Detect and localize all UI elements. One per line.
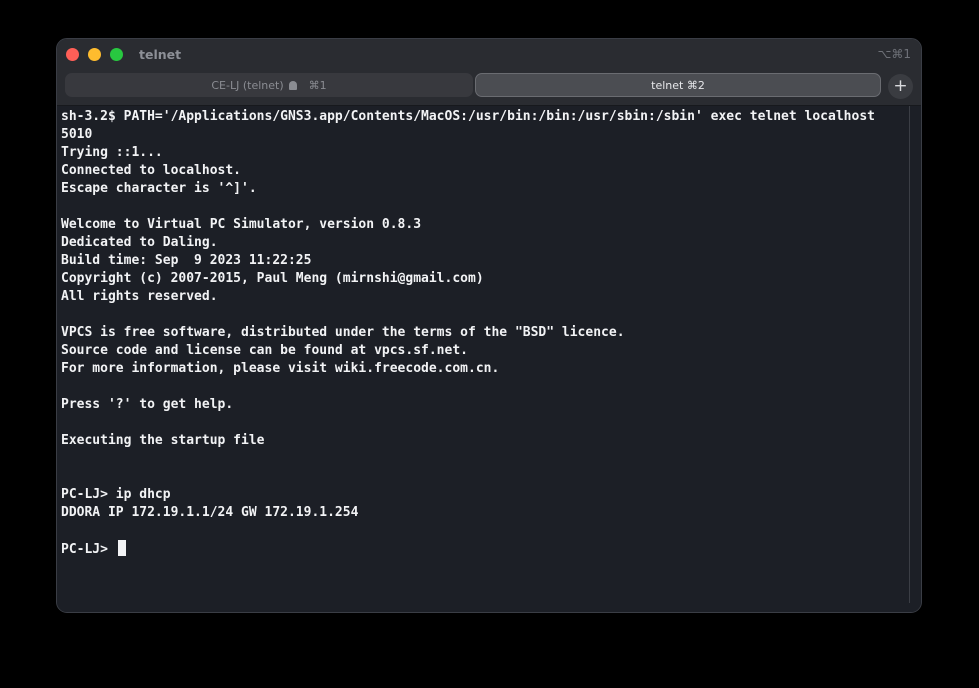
terminal-line: Press '?' to get help. bbox=[61, 397, 234, 412]
title-bar[interactable]: telnet ⌥⌘1 bbox=[57, 39, 921, 71]
bell-icon bbox=[288, 80, 297, 90]
terminal-line: sh-3.2$ PATH='/Applications/GNS3.app/Con… bbox=[61, 109, 875, 124]
terminal-window: telnet ⌥⌘1 CE-LJ (telnet) ⌘1 telnet ⌘2 +… bbox=[56, 38, 922, 613]
text-cursor bbox=[117, 540, 126, 556]
tab-label: CE-LJ (telnet) bbox=[211, 78, 284, 92]
tab-shortcut: ⌘1 bbox=[308, 78, 327, 92]
terminal-line: PC-LJ> ip dhcp bbox=[61, 487, 171, 502]
terminal-line: Dedicated to Daling. bbox=[61, 235, 218, 250]
terminal-line: VPCS is free software, distributed under… bbox=[61, 325, 625, 340]
scrollbar[interactable] bbox=[909, 106, 910, 603]
tab-ce-lj-telnet[interactable]: CE-LJ (telnet) ⌘1 bbox=[65, 73, 473, 97]
terminal-line: Executing the startup file bbox=[61, 433, 265, 448]
terminal-line: Escape character is '^]'. bbox=[61, 181, 257, 196]
terminal-output[interactable]: sh-3.2$ PATH='/Applications/GNS3.app/Con… bbox=[57, 106, 921, 612]
terminal-line: Source code and license can be found at … bbox=[61, 343, 468, 358]
terminal-line: Build time: Sep 9 2023 11:22:25 bbox=[61, 253, 312, 268]
terminal-line: All rights reserved. bbox=[61, 289, 218, 304]
tab-telnet[interactable]: telnet ⌘2 bbox=[475, 73, 881, 97]
terminal-line: 5010 bbox=[61, 127, 93, 142]
terminal-line: Welcome to Virtual PC Simulator, version… bbox=[61, 217, 422, 232]
terminal-line: PC-LJ> bbox=[61, 540, 126, 559]
close-button[interactable] bbox=[66, 48, 79, 61]
terminal-line: Connected to localhost. bbox=[61, 163, 242, 178]
terminal-line: Trying ::1... bbox=[61, 145, 163, 160]
maximize-button[interactable] bbox=[110, 48, 123, 61]
tab-bar: CE-LJ (telnet) ⌘1 telnet ⌘2 + bbox=[57, 71, 921, 106]
window-shortcut: ⌥⌘1 bbox=[877, 47, 911, 61]
window-title: telnet bbox=[139, 47, 182, 62]
terminal-line: For more information, please visit wiki.… bbox=[61, 361, 500, 376]
terminal-line: DDORA IP 172.19.1.1/24 GW 172.19.1.254 bbox=[61, 505, 359, 520]
minimize-button[interactable] bbox=[88, 48, 101, 61]
new-tab-button[interactable]: + bbox=[888, 74, 913, 99]
terminal-line: Copyright (c) 2007-2015, Paul Meng (mirn… bbox=[61, 271, 484, 286]
tab-label: telnet ⌘2 bbox=[651, 78, 705, 92]
